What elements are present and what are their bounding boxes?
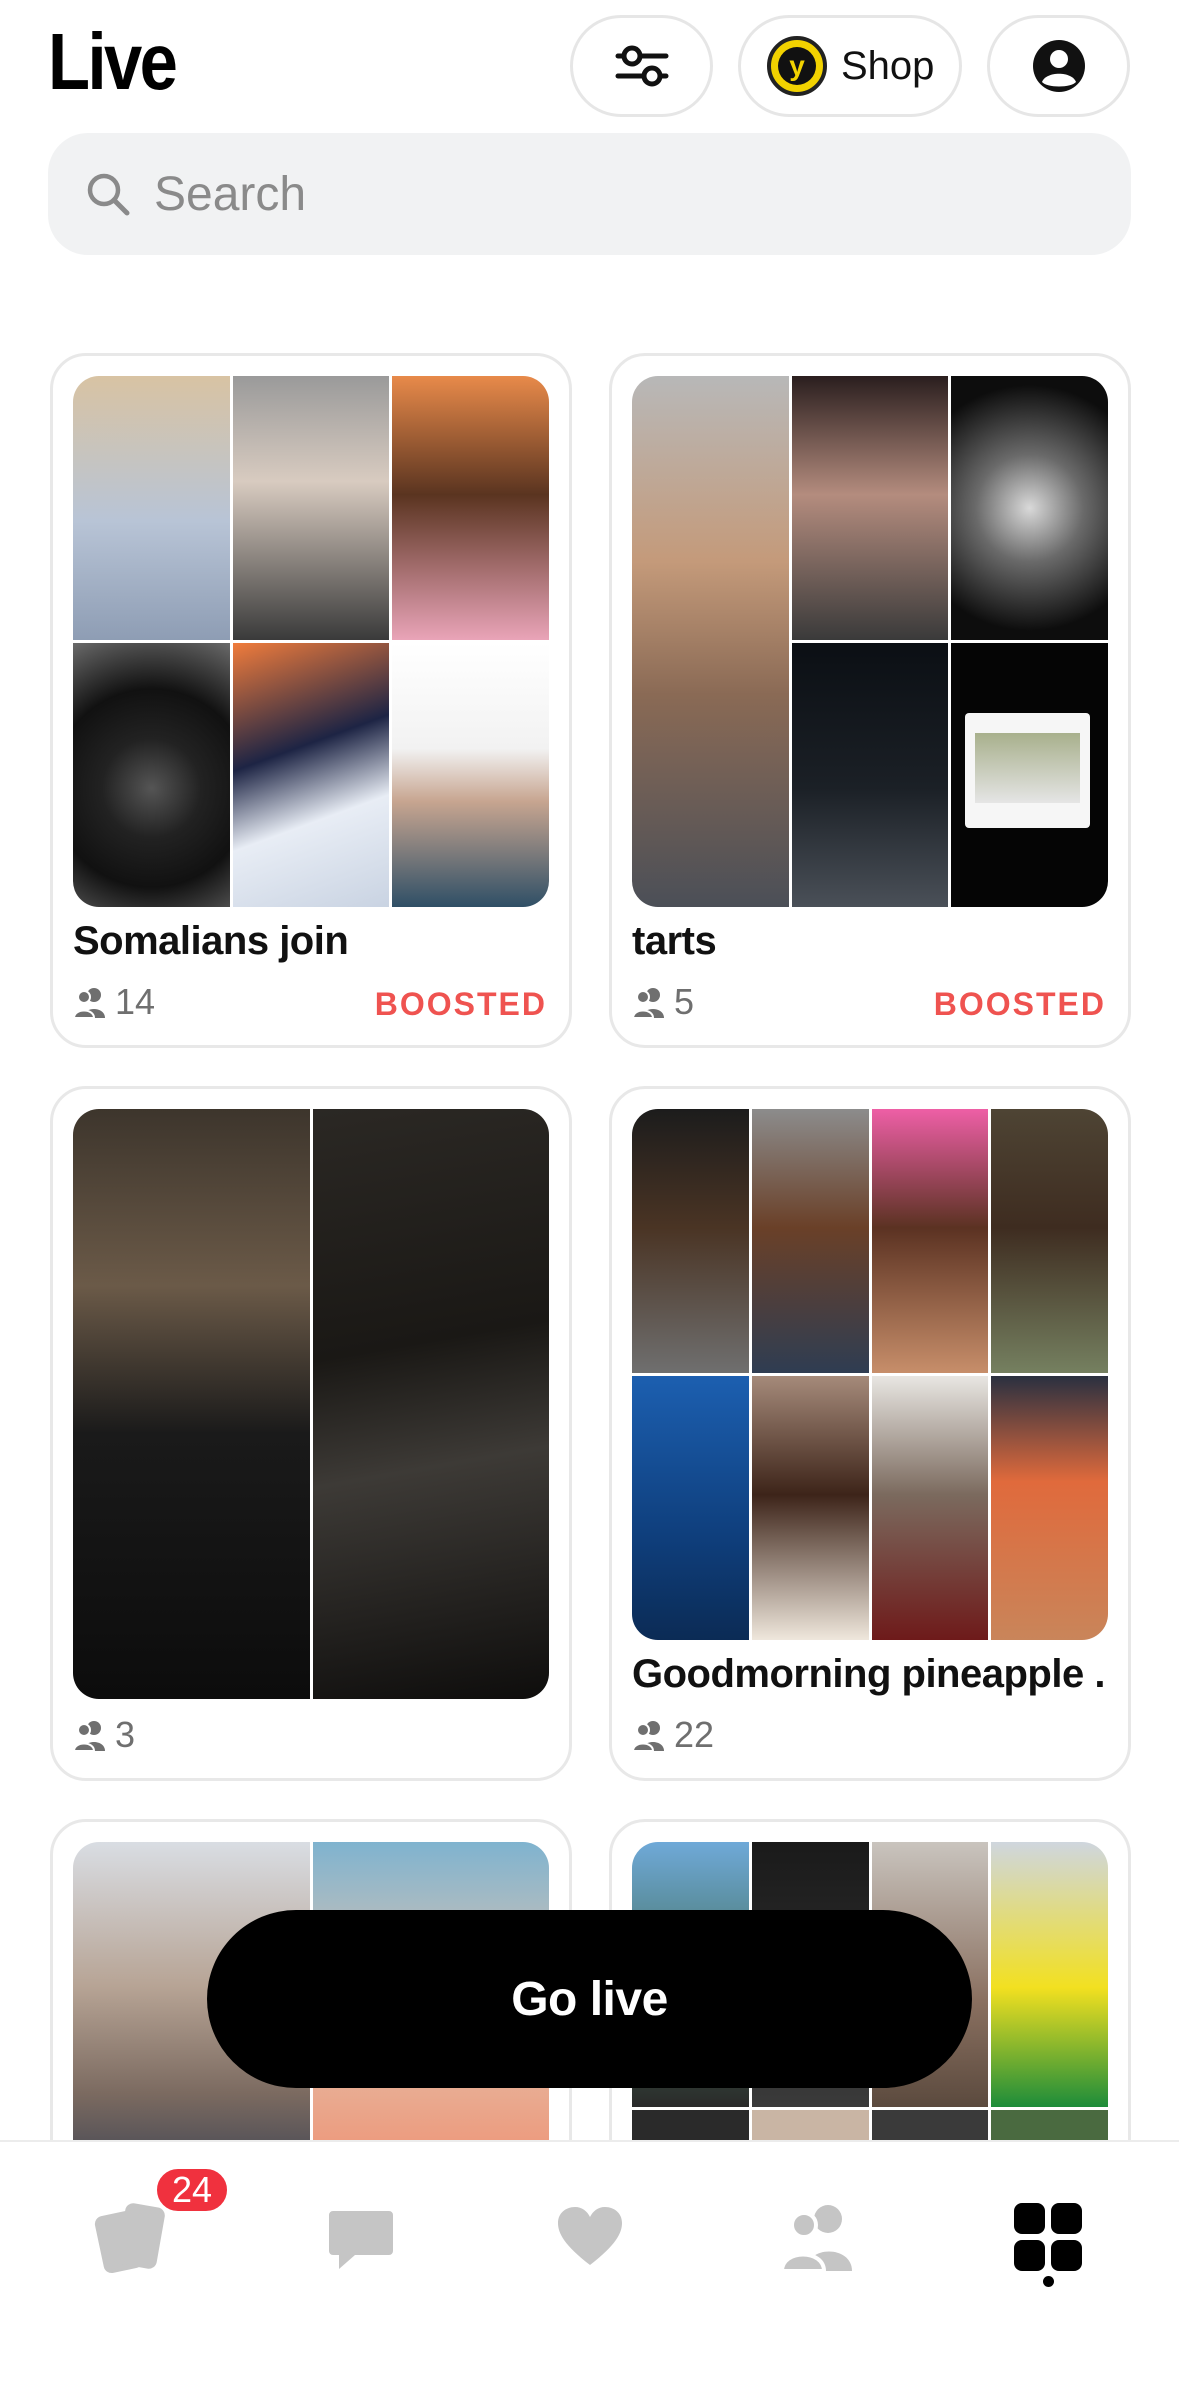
people-icon xyxy=(780,2205,852,2273)
viewer-count: 3 xyxy=(73,1714,135,1756)
participant-thumbnail xyxy=(73,376,230,640)
participant-thumbnails xyxy=(632,376,1108,907)
page-title: Live xyxy=(48,17,178,106)
people-icon xyxy=(73,1721,105,1752)
nav-chat[interactable] xyxy=(306,2182,416,2292)
participant-thumbnail xyxy=(232,376,390,640)
profile-icon xyxy=(1032,40,1085,92)
sliders-icon xyxy=(615,45,668,87)
search-bar[interactable] xyxy=(48,133,1131,255)
participant-thumbnails xyxy=(73,1109,549,1699)
room-title: Somalians join xyxy=(73,919,349,963)
shop-button[interactable]: y Shop xyxy=(738,15,962,117)
active-tab-indicator xyxy=(1043,2276,1054,2287)
participant-thumbnail xyxy=(751,1109,869,1373)
people-icon xyxy=(632,988,664,1019)
boosted-badge: BOOSTED xyxy=(374,986,547,1022)
participant-thumbnail xyxy=(232,643,390,907)
participant-thumbnail xyxy=(392,643,549,907)
participant-thumbnail xyxy=(991,1842,1108,2107)
participant-thumbnail xyxy=(791,643,949,907)
participant-thumbnail xyxy=(871,1376,989,1640)
participant-thumbnail xyxy=(791,376,949,640)
search-icon xyxy=(87,173,130,216)
participant-thumbnails xyxy=(73,376,549,907)
room-title: tarts xyxy=(632,919,717,963)
heart-icon xyxy=(558,2207,622,2265)
participant-thumbnail xyxy=(751,1376,869,1640)
participant-thumbnail xyxy=(991,1376,1108,1640)
participant-thumbnail xyxy=(632,1376,749,1640)
shop-label: Shop xyxy=(841,43,935,88)
participant-thumbnail xyxy=(632,1109,749,1373)
people-icon xyxy=(73,988,105,1019)
participant-thumbnail xyxy=(392,376,549,640)
live-room-card[interactable]: tarts 5 BOOSTED xyxy=(609,353,1131,1048)
participant-thumbnail xyxy=(991,1109,1108,1373)
participant-thumbnail xyxy=(951,643,1108,907)
people-icon xyxy=(632,1721,664,1752)
notification-badge: 24 xyxy=(154,2166,230,2214)
search-input[interactable] xyxy=(152,165,1056,223)
live-room-card[interactable]: Goodmorning pineapple . 22 xyxy=(609,1086,1131,1781)
participant-thumbnails xyxy=(632,1109,1108,1640)
nav-friends[interactable] xyxy=(763,2182,873,2292)
cards-icon xyxy=(94,2203,165,2274)
viewer-count: 22 xyxy=(632,1714,714,1756)
go-live-button[interactable]: Go live xyxy=(207,1910,972,2088)
participant-thumbnail xyxy=(871,1109,989,1373)
participant-thumbnail xyxy=(312,1109,549,1699)
participant-thumbnail xyxy=(73,1109,310,1699)
bottom-navigation: 24 xyxy=(0,2140,1179,2398)
viewer-count: 14 xyxy=(73,981,155,1023)
filter-button[interactable] xyxy=(570,15,713,117)
participant-thumbnail xyxy=(951,376,1108,640)
live-room-card[interactable]: 3 xyxy=(50,1086,572,1781)
participant-thumbnail xyxy=(73,643,230,907)
boosted-badge: BOOSTED xyxy=(933,986,1106,1022)
participant-thumbnail xyxy=(632,376,789,907)
grid-icon xyxy=(1014,2203,1082,2271)
chat-icon xyxy=(329,2211,393,2269)
live-room-card[interactable]: Somalians join 14 BOOSTED xyxy=(50,353,572,1048)
coin-icon: y xyxy=(767,36,827,96)
nav-likes[interactable] xyxy=(535,2182,645,2292)
room-title: Goodmorning pineapple . xyxy=(632,1652,1105,1696)
profile-button[interactable] xyxy=(987,15,1130,117)
viewer-count: 5 xyxy=(632,981,694,1023)
